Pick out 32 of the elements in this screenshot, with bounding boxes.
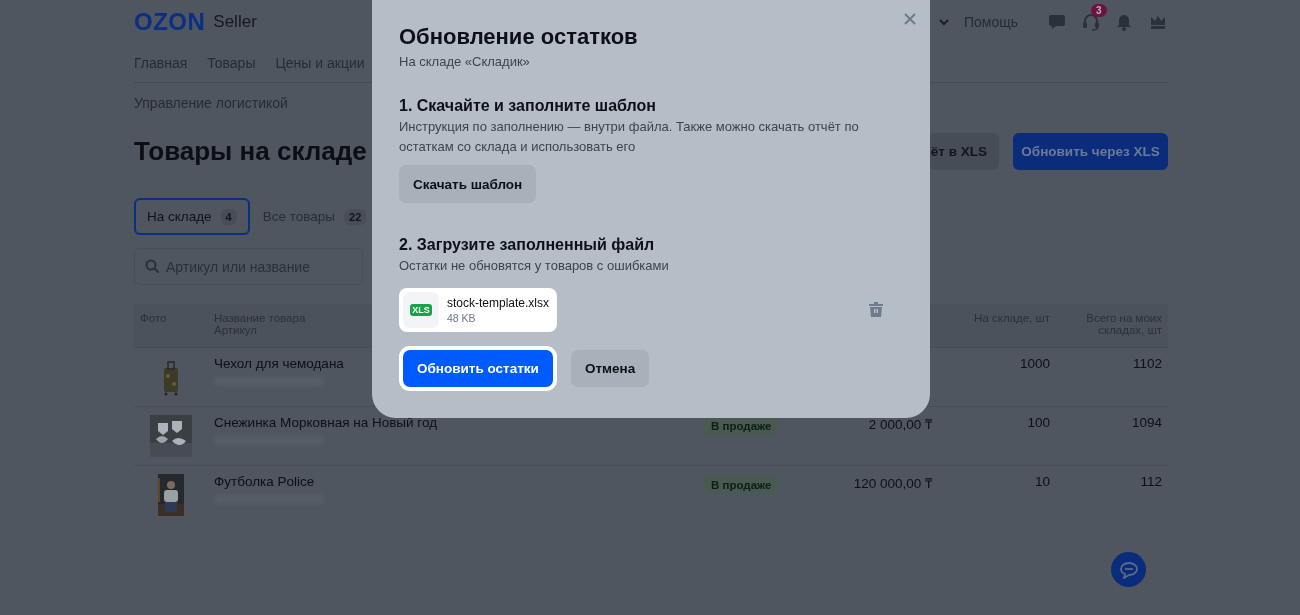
price-cell: 120 000,00 ₸ xyxy=(853,476,932,491)
spreadsheet-file-icon: XLS xyxy=(403,292,439,328)
page-title: Товары на складе xyxy=(134,136,367,167)
notification-badge: 3 xyxy=(1091,4,1107,17)
status-badge: В продаже xyxy=(704,476,779,494)
file-name: stock-template.xlsx xyxy=(447,296,550,310)
total-cell: 1102 xyxy=(1132,356,1162,371)
price-cell: 2 000,00 ₸ xyxy=(868,417,932,432)
logo-suffix: Seller xyxy=(213,12,257,32)
stock-cell: 10 xyxy=(1034,474,1050,489)
total-cell: 112 xyxy=(1140,474,1162,489)
product-name: Чехол для чемодана xyxy=(214,356,344,371)
download-template-button[interactable]: Скачать шаблон xyxy=(399,165,537,203)
dialog-title: Обновление остатков xyxy=(399,24,639,50)
export-xls-button[interactable]: ёт в XLS xyxy=(929,133,999,170)
count-badge: 22 xyxy=(344,208,367,225)
step-description: Остатки не обновятся у товаров с ошибками xyxy=(399,257,670,275)
logo[interactable]: OZON xyxy=(134,8,206,36)
count-badge: 4 xyxy=(220,208,237,225)
cancel-button[interactable]: Отмена xyxy=(570,350,650,387)
stock-cell: 1000 xyxy=(1019,356,1050,371)
filter-tab[interactable]: На складе 4 xyxy=(134,198,250,235)
total-cell: 1094 xyxy=(1131,415,1162,430)
dialog-subtitle: На складе «Складик» xyxy=(399,54,531,69)
product-name: Футболка Police xyxy=(214,474,315,489)
update-xls-button[interactable]: Обновить через XLS xyxy=(1013,133,1168,170)
file-size: 48 KB xyxy=(447,312,477,324)
step-heading: 1. Скачайте и заполните шаблон xyxy=(399,97,657,115)
product-name: Снежинка Морковная на Новый год xyxy=(214,415,438,430)
step-heading: 2. Загрузите заполненный файл xyxy=(399,236,656,254)
stock-cell: 100 xyxy=(1027,415,1050,430)
step-description: Инструкция по заполнению — внутри файла. Также можно скачать отчёт по остаткам со склада и использовать его xyxy=(399,118,859,156)
